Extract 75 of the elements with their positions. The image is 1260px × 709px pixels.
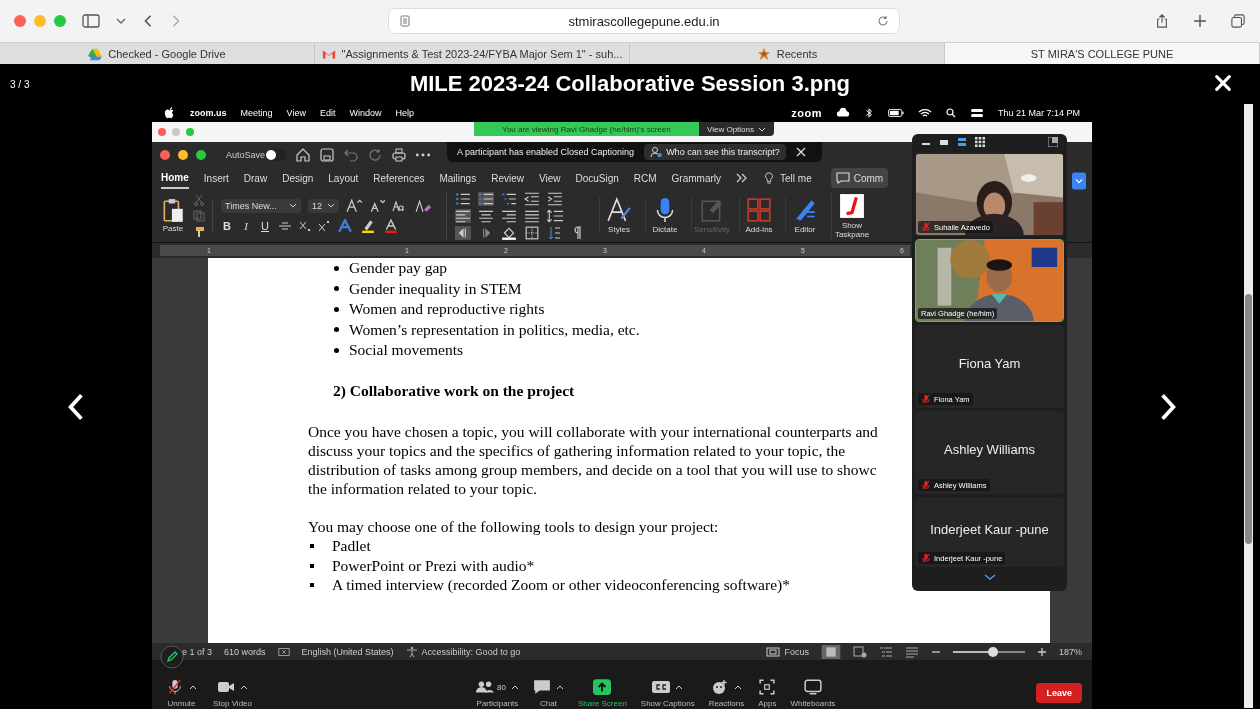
sharing-banner: You are viewing Ravi Ghadge (he/him)'s screen bbox=[474, 122, 699, 136]
menu-item[interactable]: Help bbox=[395, 108, 414, 118]
paragraph-line: the information related to your topic. bbox=[308, 479, 537, 499]
address-field[interactable]: stmirascollegepune.edu.in bbox=[388, 8, 900, 34]
menu-bar-clock[interactable]: Thu 21 Mar 7:14 PM bbox=[997, 108, 1080, 118]
bullet-item: Social movements bbox=[349, 341, 464, 360]
menu-item[interactable]: zoom.us bbox=[190, 108, 227, 118]
tell-me-field[interactable]: Tell me bbox=[780, 172, 812, 184]
image-counter: 3 / 3 bbox=[10, 79, 30, 90]
participant-name: Inderjeet Kaur -pune bbox=[930, 521, 1049, 537]
accessibility-status[interactable]: Accessibility: Good to go bbox=[405, 645, 521, 658]
ribbon-tab[interactable]: Design bbox=[282, 168, 314, 188]
toolbar-button[interactable]: Show Captions bbox=[640, 679, 695, 708]
bullet-item: A timed interview (recorded Zoom or other videoconferencing software)* bbox=[332, 576, 790, 595]
bullet-item: Padlet bbox=[332, 537, 371, 556]
bullet-item: Women and reproductive rights bbox=[349, 300, 545, 319]
transcript-link[interactable]: Who can see this transcript? bbox=[644, 144, 786, 160]
ribbon-tab[interactable]: Layout bbox=[328, 168, 359, 188]
leave-button[interactable]: Leave bbox=[1036, 683, 1082, 703]
menu-item[interactable]: View bbox=[286, 108, 306, 118]
word-count[interactable]: 610 words bbox=[224, 646, 266, 657]
ribbon-command-button[interactable]: Styles bbox=[599, 197, 638, 234]
toolbar-button[interactable]: Stop Video bbox=[213, 679, 252, 708]
font-name-dropdown[interactable]: Times New... bbox=[221, 198, 301, 213]
image-title: MILE 2023-24 Collaborative Session 3.png bbox=[409, 71, 851, 97]
ribbon-command-button[interactable]: Editor bbox=[785, 197, 825, 234]
toolbar-button[interactable]: Whiteboards bbox=[790, 679, 836, 708]
paragraph-line: discuss your topics and the specifics of gathering information related to your topic, the bbox=[308, 441, 846, 461]
bullet-item: Women’s representation in politics, media, etc. bbox=[349, 320, 640, 339]
ribbon-tab[interactable]: Grammarly bbox=[671, 168, 722, 188]
ribbon-command-button[interactable]: Show Taskpane bbox=[831, 192, 873, 239]
bullet-item: Gender pay gap bbox=[349, 259, 448, 278]
menu-item[interactable]: Edit bbox=[319, 108, 336, 118]
toolbar-button[interactable]: Unmute bbox=[166, 679, 197, 708]
bullet-item: Gender inequality in STEM bbox=[349, 279, 522, 298]
status-menu-item[interactable]: zoom bbox=[791, 107, 822, 119]
ribbon-tab[interactable]: References bbox=[373, 168, 425, 188]
toolbar-button[interactable]: Chat bbox=[532, 679, 564, 708]
paragraph-text: You may choose one of the following tools to design your project: bbox=[308, 517, 719, 537]
participant-name: Fiona Yam bbox=[958, 356, 1021, 371]
browser-tab[interactable]: ST MIRA'S COLLEGE PUNE bbox=[945, 43, 1260, 64]
font-size-dropdown[interactable]: 12 bbox=[308, 198, 339, 213]
format-toggle-button[interactable]: B bbox=[221, 219, 233, 232]
comments-button[interactable]: Comm bbox=[830, 168, 889, 188]
view-options-button[interactable]: View Options bbox=[699, 122, 774, 136]
caption-notice: A participant has enabled Closed Captioning bbox=[457, 147, 635, 157]
ribbon-tab[interactable]: Insert bbox=[203, 168, 229, 188]
ribbon-tab[interactable]: DocuSign bbox=[575, 168, 619, 188]
zoom-percentage[interactable]: 187% bbox=[1058, 646, 1082, 657]
format-toggle-button[interactable]: U bbox=[259, 219, 271, 232]
toolbar-button[interactable]: Share Screen bbox=[577, 679, 627, 708]
participant-name: Ashley Williams bbox=[944, 442, 1035, 457]
ribbon-tab[interactable]: Review bbox=[491, 168, 524, 188]
format-toggle-button[interactable]: I bbox=[240, 219, 252, 232]
section-heading: 2) Collaborative work on the project bbox=[333, 381, 575, 401]
ribbon-command-button[interactable]: Dictate bbox=[645, 197, 684, 234]
ribbon-tab[interactable]: Mailings bbox=[439, 168, 477, 188]
toolbar-button[interactable]: Reactions bbox=[708, 679, 745, 708]
ribbon-tab[interactable]: RCM bbox=[633, 168, 657, 188]
toolbar-button[interactable]: 80 Participants bbox=[476, 679, 519, 708]
paragraph-line: Once you have chosen a topic, you will collaborate with your international counterparts and bbox=[308, 422, 878, 442]
page-count[interactable]: e 1 of 3 bbox=[182, 646, 213, 657]
ribbon-command-button[interactable]: Add-ins bbox=[739, 197, 779, 234]
bullet-item: PowerPoint or Prezi with audio* bbox=[332, 556, 535, 575]
menu-item[interactable]: Window bbox=[349, 108, 382, 118]
ribbon-tab[interactable]: Home bbox=[161, 167, 189, 189]
ribbon-tab[interactable]: View bbox=[538, 168, 561, 188]
language-label[interactable]: English (United States) bbox=[301, 646, 394, 657]
paste-button[interactable]: Paste bbox=[160, 198, 186, 233]
menu-item[interactable]: Meeting bbox=[240, 108, 273, 118]
toolbar-button[interactable]: Apps bbox=[758, 679, 777, 708]
paragraph-line: distribution of tasks among group members, and decide on a tool that you will use to showc bbox=[308, 460, 877, 480]
ribbon-tab[interactable]: Draw bbox=[243, 168, 268, 188]
focus-button[interactable]: Focus bbox=[766, 644, 809, 659]
autosave-label: AutoSave bbox=[226, 149, 266, 160]
